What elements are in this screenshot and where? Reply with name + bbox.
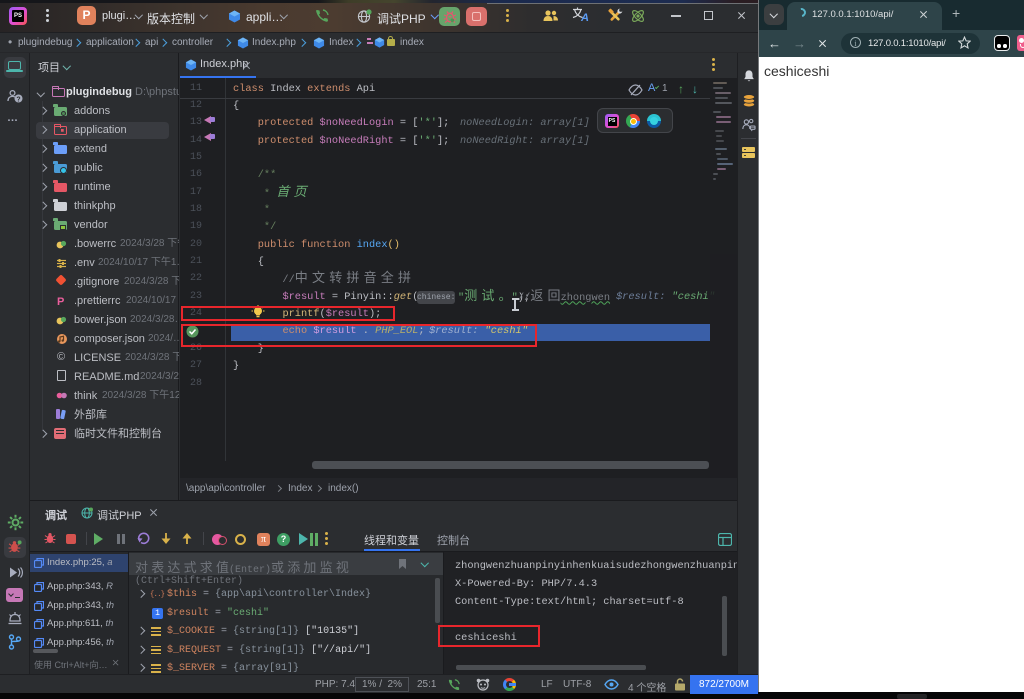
svg-text:?: ? [16, 96, 20, 103]
